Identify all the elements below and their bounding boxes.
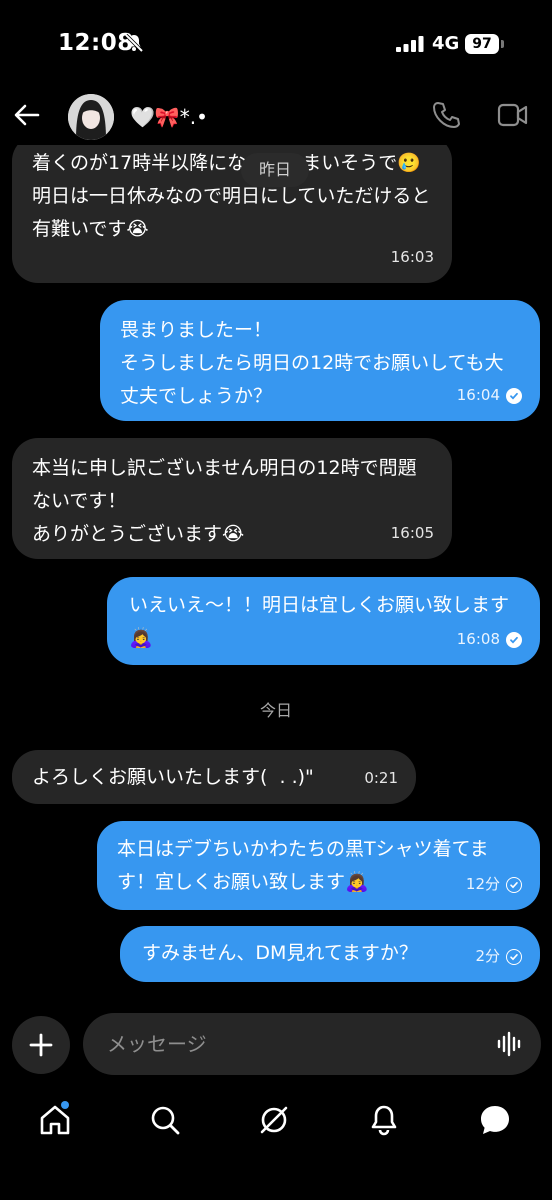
message-time: 16:03 bbox=[390, 248, 434, 266]
compass-icon bbox=[260, 1106, 288, 1134]
back-arrow-icon[interactable] bbox=[12, 100, 42, 134]
bell-icon bbox=[371, 1105, 397, 1136]
plus-icon bbox=[29, 1033, 53, 1057]
bell-off-icon bbox=[124, 33, 144, 57]
notifications-tab[interactable] bbox=[368, 1104, 400, 1140]
message-input-wrapper bbox=[83, 1013, 541, 1075]
message-meta: 0:21 bbox=[364, 762, 398, 795]
home-tab[interactable] bbox=[38, 1101, 72, 1140]
voice-waveform-icon[interactable] bbox=[497, 1031, 523, 1061]
phone-icon[interactable] bbox=[432, 100, 460, 134]
messages-tab[interactable] bbox=[478, 1104, 512, 1140]
message-bubble-incoming[interactable]: 着くのが17時半以降になってしまいそうで🥲 明日は一日休みなので明日にしていただ… bbox=[12, 145, 452, 283]
message-bubble-outgoing[interactable]: すみません、DM見れてますか？ 2分 bbox=[120, 926, 540, 982]
avatar[interactable] bbox=[68, 94, 114, 140]
message-time: 16:04 bbox=[456, 386, 500, 404]
chat-header: 🤍🎀*.• bbox=[0, 90, 552, 145]
add-attachment-button[interactable] bbox=[12, 1016, 70, 1074]
day-pill: 昨日 bbox=[241, 153, 310, 187]
day-separator: 今日 bbox=[259, 701, 292, 720]
message-time: 12分 bbox=[465, 875, 500, 893]
message-bubble-incoming[interactable]: 本当に申し訳ございません明日の12時で問題ないです！ ありがとうございます😭 1… bbox=[12, 438, 452, 559]
battery-tip bbox=[501, 40, 504, 48]
clock: 12:08 bbox=[58, 30, 134, 56]
message-time: 16:05 bbox=[390, 524, 434, 542]
explore-tab[interactable] bbox=[258, 1104, 290, 1140]
status-bar: 12:08 4G 97 bbox=[0, 0, 552, 90]
message-bubble-outgoing[interactable]: 畏まりましたー！ そうしましたら明日の12時でお願いしても大丈夫でしょうか？ 1… bbox=[100, 300, 540, 421]
search-tab[interactable] bbox=[149, 1104, 181, 1140]
message-bubble-outgoing[interactable]: 本日はデブちいかわたちの黒Tシャツ着てます！宜しくお願い致します🙇‍♀️ 12分 bbox=[97, 821, 540, 910]
battery-icon: 97 bbox=[465, 34, 499, 54]
message-meta: 12分 bbox=[466, 868, 522, 901]
home-icon bbox=[40, 1105, 70, 1135]
contact-name[interactable]: 🤍🎀*.• bbox=[130, 105, 208, 129]
message-meta: 16:08 bbox=[457, 623, 522, 656]
message-text: よろしくお願いいたします( . .)" bbox=[32, 766, 314, 788]
message-meta: 2分 bbox=[475, 940, 522, 973]
search-icon bbox=[151, 1106, 180, 1135]
message-bubble-incoming[interactable]: よろしくお願いいたします( . .)" 0:21 bbox=[12, 750, 416, 804]
message-text: すみません、DM見れてますか？ bbox=[142, 942, 418, 964]
bottom-tab-bar bbox=[0, 1090, 552, 1150]
notification-dot bbox=[61, 1101, 69, 1109]
message-time: 16:08 bbox=[456, 630, 500, 648]
sent-check-icon bbox=[506, 948, 522, 965]
sent-check-icon bbox=[506, 876, 522, 893]
message-input[interactable] bbox=[105, 1027, 489, 1061]
read-check-icon bbox=[506, 387, 522, 404]
video-call-icon[interactable] bbox=[497, 102, 529, 132]
message-thread: 着くのが17時半以降になってしまいそうで🥲 明日は一日休みなので明日にしていただ… bbox=[0, 145, 552, 1005]
message-time: 0:21 bbox=[364, 769, 398, 787]
chat-bubble-icon bbox=[481, 1106, 509, 1134]
network-type: 4G bbox=[432, 33, 460, 54]
message-text: 本日はデブちいかわたちの黒Tシャツ着てます！宜しくお願い致します🙇‍♀️ bbox=[117, 838, 489, 893]
message-text: 本当に申し訳ございません明日の12時で問題ないです！ ありがとうございます😭 bbox=[32, 457, 417, 545]
message-composer bbox=[0, 1013, 552, 1079]
message-meta: 16:03 bbox=[391, 241, 434, 274]
signal-icon bbox=[396, 36, 424, 56]
message-meta: 16:04 bbox=[457, 379, 522, 412]
read-check-icon bbox=[506, 631, 522, 648]
message-meta: 16:05 bbox=[391, 517, 434, 550]
message-text: 着くのが17時半以降になってしまいそうで🥲 明日は一日休みなので明日にしていただ… bbox=[32, 152, 431, 240]
message-bubble-outgoing[interactable]: いえいえ〜！！明日は宜しくお願い致します🙇‍♀️ 16:08 bbox=[107, 577, 540, 665]
message-time: 2分 bbox=[475, 947, 500, 965]
